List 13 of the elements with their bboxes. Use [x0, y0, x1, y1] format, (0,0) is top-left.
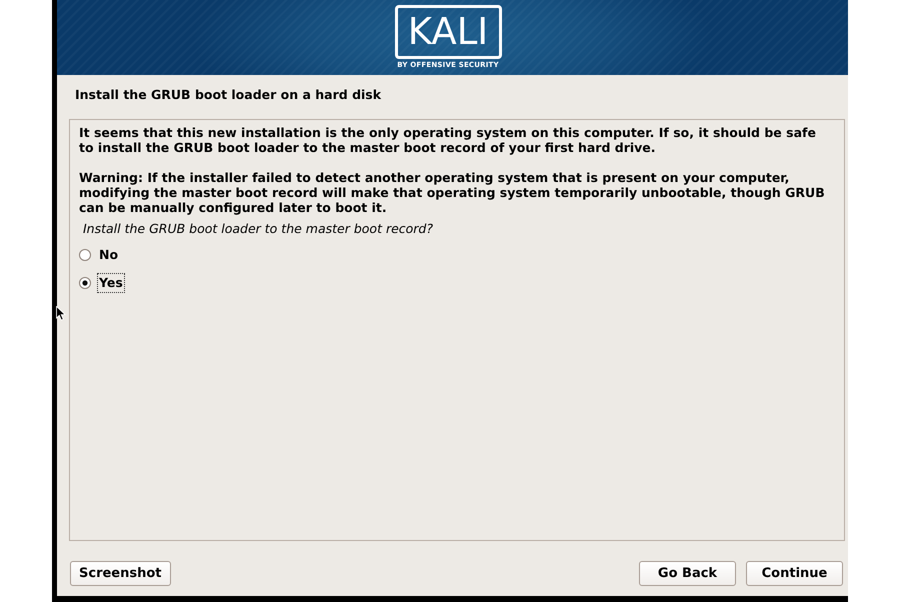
mouse-pointer-icon [56, 306, 66, 321]
radio-button[interactable] [79, 249, 91, 261]
radio-button[interactable] [79, 277, 91, 289]
question-text: Install the GRUB boot loader to the master boot record? [82, 221, 434, 236]
screenshot-button[interactable]: Screenshot [70, 561, 171, 586]
go-back-button[interactable]: Go Back [639, 561, 736, 586]
description-paragraph: It seems that this new installation is the only operating system on this computer. If so, it should be safe to install the GRUB boot loader to the master boot record of your first hard drive. [79, 125, 817, 155]
description-paragraph: Warning: If the installer failed to detect another operating system that is present on your computer, modifying the master boot record will make that operating system temporarily unbootable, though GRUB can be manually configured later to boot it. [79, 170, 826, 215]
logo-wordmark: KALI [394, 5, 502, 59]
continue-button[interactable]: Continue [746, 561, 843, 586]
radio-label[interactable]: Yes [97, 273, 125, 293]
page-title: Install the GRUB boot loader on a hard disk [75, 87, 382, 102]
radio-label[interactable]: No [97, 245, 120, 265]
